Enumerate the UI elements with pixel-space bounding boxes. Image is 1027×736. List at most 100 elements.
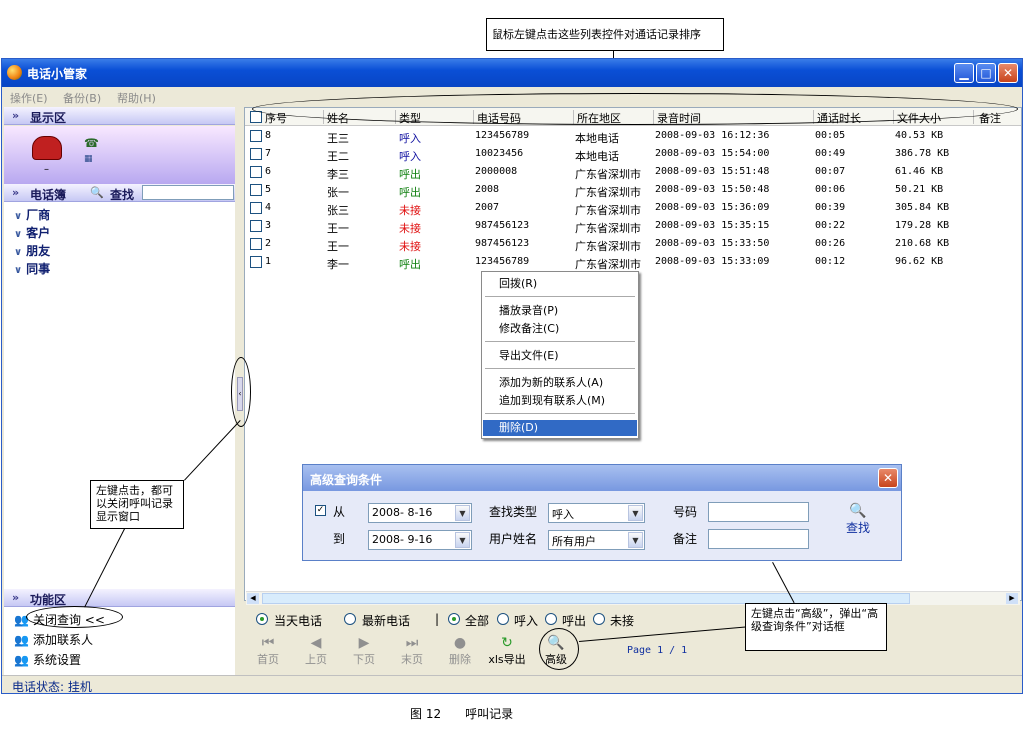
- close-button[interactable]: ✕: [998, 63, 1018, 83]
- next-page-icon: ▶: [358, 635, 370, 651]
- minimize-button[interactable]: ▁: [954, 63, 974, 83]
- system-settings-button[interactable]: 👥 系统设置: [14, 651, 81, 668]
- dialog-search-button[interactable]: 🔍 查找: [838, 503, 878, 536]
- maximize-button[interactable]: □: [976, 63, 996, 83]
- search-type-select[interactable]: 呼入 ▼: [548, 503, 645, 523]
- radio-outgoing[interactable]: [545, 613, 557, 625]
- menu-separator: [485, 296, 635, 297]
- double-chevron-icon: »: [12, 591, 20, 604]
- window-title: 电话小管家: [27, 67, 88, 81]
- table-row[interactable]: 1 李一 呼出 123456789 广东省深圳市 2008-09-03 15:33:09 0…: [245, 253, 1021, 271]
- phonebook-header[interactable]: » 电话簿 🔍 查找: [4, 184, 235, 202]
- last-page-button[interactable]: ⏭ 末页: [392, 635, 432, 667]
- row-checkbox[interactable]: [250, 130, 262, 142]
- first-page-button[interactable]: ⏮ 首页: [248, 635, 288, 667]
- cell-area: 广东省深圳市: [575, 240, 641, 253]
- figure-caption: 图 12 呼叫记录: [410, 707, 514, 721]
- title-bar: 电话小管家 ▁ □ ✕: [2, 59, 1022, 87]
- ctx-callback[interactable]: 回拨(R): [483, 276, 637, 292]
- cell-phone: 123456789: [475, 130, 530, 141]
- radio-incoming[interactable]: [497, 613, 509, 625]
- menu-help[interactable]: 帮助(H): [117, 90, 156, 106]
- tree-group-client[interactable]: ∨ 客户: [14, 224, 50, 241]
- annotation-ellipse-header: [252, 93, 1018, 125]
- table-row[interactable]: 4 张三 未接 2007 广东省深圳市 2008-09-03 15:36:09 00:39 3…: [245, 199, 1021, 217]
- select-all-checkbox[interactable]: [250, 111, 262, 123]
- radio-today[interactable]: [256, 613, 268, 625]
- cell-area: 广东省深圳市: [575, 258, 641, 271]
- delete-button[interactable]: ● 删除: [440, 635, 480, 667]
- menu-backup[interactable]: 备份(B): [63, 90, 101, 106]
- dropdown-arrow-icon: ▼: [628, 532, 643, 548]
- ctx-delete[interactable]: 删除(D): [483, 420, 637, 436]
- radio-missed-label: 未接: [610, 614, 635, 628]
- cell-no: 7: [265, 148, 272, 159]
- table-row[interactable]: 7 王二 呼入 10023456 本地电话 2008-09-03 15:54:00 00:4…: [245, 145, 1021, 163]
- table-row[interactable]: 3 王一 未接 987456123 广东省深圳市 2008-09-03 15:35:15 0…: [245, 217, 1021, 235]
- menu-operate[interactable]: 操作(E): [10, 90, 48, 106]
- table-row[interactable]: 8 王三 呼入 123456789 本地电话 2008-09-03 16:12:36 00:…: [245, 127, 1021, 145]
- app-logo-icon: [7, 65, 22, 80]
- cell-type: 呼出: [399, 186, 421, 199]
- row-checkbox[interactable]: [250, 184, 262, 196]
- next-page-button[interactable]: ▶ 下页: [344, 635, 384, 667]
- tree-group-colleague[interactable]: ∨ 同事: [14, 260, 50, 277]
- annotation-advanced: 左键点击“高级”，弹出“高级查询条件”对话框: [745, 603, 887, 651]
- row-checkbox[interactable]: [250, 148, 262, 160]
- cell-time: 2008-09-03 15:54:00: [655, 148, 770, 159]
- row-checkbox[interactable]: [250, 202, 262, 214]
- cell-no: 1: [265, 256, 272, 267]
- row-checkbox[interactable]: [250, 256, 262, 268]
- tree-group-friend[interactable]: ∨ 朋友: [14, 242, 50, 259]
- ctx-add-new-contact[interactable]: 添加为新的联系人(A): [483, 375, 637, 391]
- chevron-down-icon: ∨: [14, 229, 23, 240]
- xls-export-button[interactable]: ↻ xls导出: [484, 635, 530, 667]
- scroll-left-arrow[interactable]: ◀: [247, 593, 259, 604]
- radio-all[interactable]: [448, 613, 460, 625]
- cell-time: 2008-09-03 15:50:48: [655, 184, 770, 195]
- scroll-right-arrow[interactable]: ▶: [1006, 593, 1018, 604]
- prev-page-button[interactable]: ◀ 上页: [296, 635, 336, 667]
- number-input[interactable]: [708, 502, 809, 522]
- context-menu: 回拨(R) 播放录音(P) 修改备注(C) 导出文件(E) 添加为新的联系人(A…: [481, 271, 639, 439]
- table-row[interactable]: 6 李三 呼出 2000008 广东省深圳市 2008-09-03 15:51:48 00:…: [245, 163, 1021, 181]
- row-checkbox[interactable]: [250, 220, 262, 232]
- cell-name: 李三: [327, 168, 349, 181]
- cell-no: 6: [265, 166, 272, 177]
- from-label: 从: [333, 505, 346, 519]
- radio-missed[interactable]: [593, 613, 605, 625]
- add-contact-button[interactable]: 👥 添加联系人: [14, 631, 93, 648]
- cell-size: 50.21 KB: [895, 184, 944, 195]
- cell-type: 呼入: [399, 150, 421, 163]
- prev-page-icon: ◀: [310, 635, 322, 651]
- from-date-picker[interactable]: 2008- 8-16 ▼: [368, 503, 472, 523]
- table-row[interactable]: 5 张一 呼出 2008 广东省深圳市 2008-09-03 15:50:48 00:06 5…: [245, 181, 1021, 199]
- cell-phone: 987456123: [475, 220, 530, 231]
- phonebook-search-input[interactable]: [142, 185, 234, 200]
- dropdown-arrow-icon: ▼: [628, 505, 643, 521]
- row-checkbox[interactable]: [250, 238, 262, 250]
- function-area-header[interactable]: » 功能区: [4, 589, 235, 607]
- horizontal-scrollbar[interactable]: ◀ ▶: [246, 591, 1020, 605]
- cell-size: 40.53 KB: [895, 130, 944, 141]
- ctx-append-contact[interactable]: 追加到现有联系人(M): [483, 393, 637, 409]
- dialog-close-button[interactable]: ✕: [878, 468, 898, 488]
- note-input[interactable]: [708, 529, 809, 549]
- tree-group-vendor[interactable]: ∨ 厂商: [14, 206, 50, 223]
- table-row[interactable]: 2 王一 未接 987456123 广东省深圳市 2008-09-03 15:33:50 0…: [245, 235, 1021, 253]
- cell-time: 2008-09-03 15:51:48: [655, 166, 770, 177]
- cell-area: 广东省深圳市: [575, 222, 641, 235]
- dialog-title-bar: 高级查询条件 ✕: [303, 465, 901, 491]
- display-area-header[interactable]: » 显示区: [4, 107, 235, 125]
- ctx-edit-note[interactable]: 修改备注(C): [483, 321, 637, 337]
- user-name-select[interactable]: 所有用户 ▼: [548, 530, 645, 550]
- cell-no: 3: [265, 220, 272, 231]
- ctx-export-file[interactable]: 导出文件(E): [483, 348, 637, 364]
- row-checkbox[interactable]: [250, 166, 262, 178]
- last-page-icon: ⏭: [405, 635, 419, 651]
- chevron-down-icon: ∨: [14, 247, 23, 258]
- radio-latest[interactable]: [344, 613, 356, 625]
- from-checkbox[interactable]: ✓: [315, 505, 326, 516]
- to-date-picker[interactable]: 2008- 9-16 ▼: [368, 530, 472, 550]
- ctx-play-recording[interactable]: 播放录音(P): [483, 303, 637, 319]
